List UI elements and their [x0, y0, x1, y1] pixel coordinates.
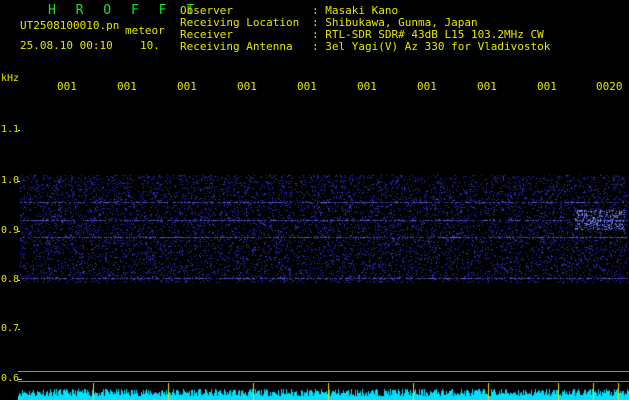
- x-tick-label: 001: [537, 80, 557, 93]
- y-tick-label: 1.0: [1, 175, 20, 186]
- file-name: UT2508100010.pn: [20, 19, 120, 32]
- x-tick-label: 001: [417, 80, 437, 93]
- meteor-label: meteor: [125, 24, 165, 37]
- y-tick: [18, 379, 22, 380]
- station-info-values: : Masaki Kano : Shibukawa, Gunma, Japan …: [312, 5, 550, 53]
- x-tick-label: 001: [117, 80, 137, 93]
- antenna-label: Receiving Antenna: [180, 40, 293, 53]
- y-axis-unit: kHz: [1, 73, 20, 84]
- app-title: H R O F F T: [48, 3, 201, 18]
- x-tick-label: 0020: [596, 80, 623, 93]
- x-tick-label: 001: [357, 80, 377, 93]
- reference-line: [18, 381, 629, 382]
- x-tick-label: 001: [57, 80, 77, 93]
- station-info-labels: Observer Receiving Location Receiver Rec…: [180, 5, 299, 53]
- y-tick-label: 0.9: [1, 225, 20, 236]
- signal-strength-strip: [18, 383, 629, 400]
- x-tick-label: 001: [177, 80, 197, 93]
- antenna-value: : 3el Yagi(V) Az 330 for Vladivostok: [312, 40, 551, 53]
- y-tick-label: 1.1: [1, 124, 20, 135]
- y-tick-label: 0.6: [1, 373, 20, 384]
- reference-line: [18, 371, 629, 372]
- interval: 10.: [140, 39, 160, 52]
- spectrogram-canvas: [20, 95, 628, 355]
- timestamp: 25.08.10 00:10: [20, 39, 113, 52]
- y-tick-label: 0.7: [1, 323, 20, 334]
- x-tick-label: 001: [297, 80, 317, 93]
- x-tick-label: 001: [477, 80, 497, 93]
- y-tick-label: 0.8: [1, 274, 20, 285]
- x-tick-label: 001: [237, 80, 257, 93]
